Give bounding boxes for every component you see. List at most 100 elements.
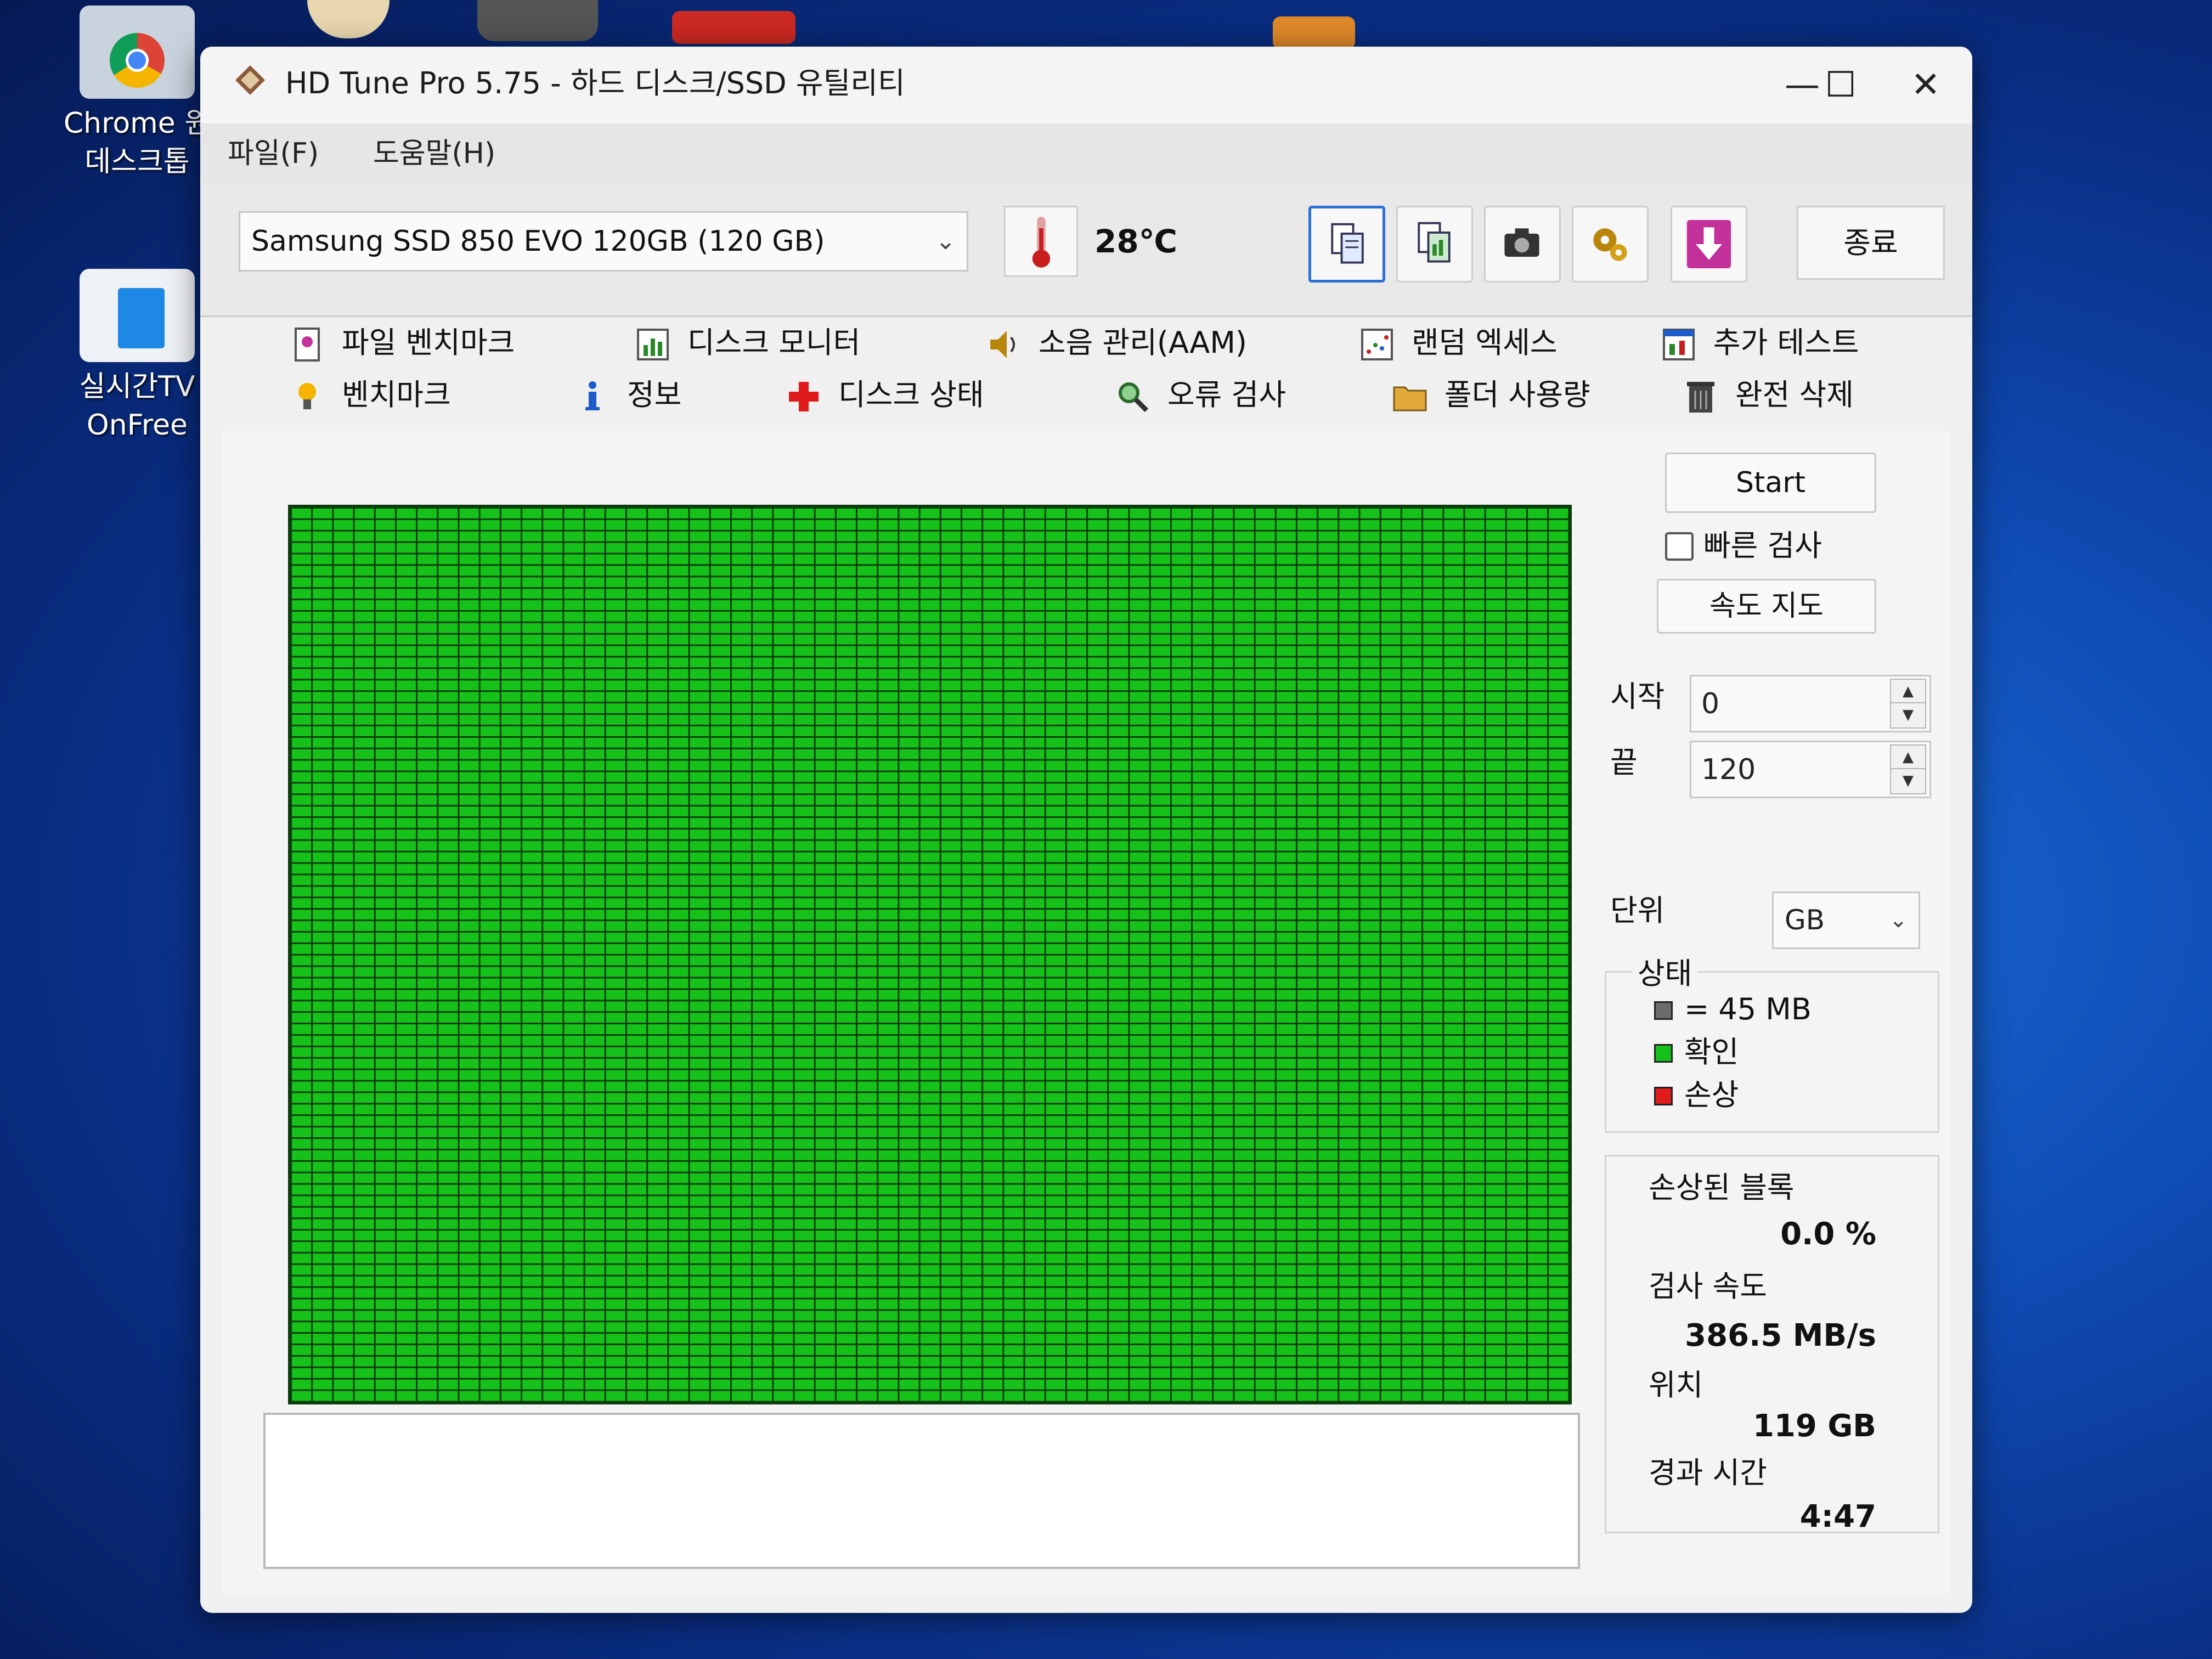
menu-file[interactable]: 파일(F) — [228, 123, 319, 184]
tab-extra-tests[interactable]: 추가 테스트 — [1660, 318, 1859, 368]
spin-down-button[interactable]: ▼ — [1890, 768, 1926, 794]
quick-scan-checkbox[interactable] — [1665, 532, 1694, 561]
temperature-readout: 28℃ — [1094, 223, 1177, 260]
damaged-blocks-value: 0.0 % — [1780, 1216, 1876, 1252]
maximize-button[interactable]: ☐ — [1805, 55, 1876, 115]
scan-log-box — [263, 1413, 1580, 1569]
tab-error-scan[interactable]: 오류 검사 — [1114, 370, 1286, 420]
thermometer-icon — [1004, 206, 1078, 277]
spin-up-button[interactable]: ▲ — [1890, 744, 1926, 771]
gear-icon — [1593, 228, 1627, 261]
camera-icon — [1504, 228, 1539, 257]
end-spinbox[interactable]: 120 ▲ ▼ — [1690, 741, 1931, 798]
start-spinbox[interactable]: 0 ▲ ▼ — [1690, 675, 1931, 732]
toolbar: Samsung SSD 850 EVO 120GB (120 GB) ⌄ 28℃ — [200, 184, 1972, 317]
spin-down-button[interactable]: ▼ — [1890, 702, 1926, 729]
position-value: 119 GB — [1752, 1408, 1876, 1444]
unit-select[interactable]: GB ⌄ — [1772, 891, 1920, 949]
block-size-swatch — [1654, 1001, 1673, 1020]
chevron-down-icon: ⌄ — [1889, 907, 1908, 933]
start-value: 0 — [1701, 687, 1720, 720]
elapsed-label: 경과 시간 — [1649, 1455, 1767, 1490]
unit-label: 단위 — [1610, 893, 1665, 928]
menu-bar: 파일(F) 도움말(H) — [200, 123, 1972, 184]
start-button[interactable]: Start — [1665, 453, 1876, 513]
menu-help[interactable]: 도움말(H) — [373, 123, 495, 184]
options-button[interactable] — [1572, 206, 1649, 283]
chrome-icon — [80, 5, 195, 99]
tab-info[interactable]: 정보 — [573, 370, 681, 420]
scan-speed-value: 386.5 MB/s — [1685, 1318, 1876, 1353]
tab-erase[interactable]: 완전 삭제 — [1681, 370, 1854, 420]
tab-aam[interactable]: 소음 관리(AAM) — [985, 318, 1247, 368]
quick-scan-label: 빠른 검사 — [1703, 528, 1822, 563]
title-bar[interactable]: HD Tune Pro 5.75 - 하드 디스크/SSD 유틸리티 — ☐ ✕ — [200, 47, 1972, 123]
desktop-icon-onfree[interactable]: 실시간TV OnFree — [63, 269, 211, 444]
desktop-fragment — [1273, 16, 1355, 49]
copy-info-icon — [1418, 222, 1451, 263]
position-label: 위치 — [1649, 1368, 1703, 1402]
desktop-icon-label: Chrome 원 — [63, 107, 211, 140]
tab-label: 벤치마크 — [342, 377, 451, 412]
window-title: HD Tune Pro 5.75 - 하드 디스크/SSD 유틸리티 — [285, 66, 905, 100]
tab-label: 폴더 사용량 — [1444, 377, 1590, 412]
copy-text-icon — [1331, 223, 1364, 264]
disk-monitor-icon — [637, 329, 669, 361]
red-cross-icon — [789, 382, 819, 412]
copy-info-button[interactable] — [1396, 206, 1473, 283]
save-button[interactable] — [1671, 206, 1747, 283]
copy-text-button[interactable] — [1308, 206, 1385, 283]
block-map — [288, 505, 1572, 1404]
ok-swatch — [1654, 1044, 1673, 1063]
download-arrow-icon — [1686, 219, 1731, 269]
tab-label: 정보 — [627, 377, 682, 412]
ok-label: 확인 — [1684, 1035, 1739, 1069]
info-icon — [585, 381, 600, 411]
tab-label: 디스크 상태 — [838, 377, 984, 412]
desktop-fragment — [477, 0, 598, 41]
end-field-label: 끝 — [1610, 745, 1638, 780]
tab-label: 파일 벤치마크 — [342, 325, 515, 360]
exit-button[interactable]: 종료 — [1797, 206, 1945, 280]
extra-tests-icon — [1663, 329, 1695, 361]
spin-up-button[interactable]: ▲ — [1890, 679, 1926, 705]
chevron-down-icon: ⌄ — [935, 227, 956, 255]
folder-icon — [1393, 386, 1427, 411]
tab-random-access[interactable]: 랜덤 엑세스 — [1358, 318, 1558, 368]
trash-icon — [1687, 382, 1714, 413]
desktop-fragment — [307, 0, 390, 38]
tv-app-icon — [80, 269, 195, 362]
damaged-swatch — [1654, 1087, 1673, 1105]
desktop-icon-label: OnFree — [86, 409, 188, 442]
tab-label: 오류 검사 — [1167, 377, 1286, 412]
start-field-label: 시작 — [1610, 679, 1665, 714]
tab-label: 디스크 모니터 — [687, 325, 861, 360]
desktop-icon-label: 데스크톱 — [84, 145, 190, 178]
speed-map-button[interactable]: 속도 지도 — [1657, 579, 1876, 634]
magnifier-icon — [1119, 382, 1149, 413]
error-scan-panel: Start 빠른 검사 속도 지도 시작 0 ▲ ▼ 끝 120 ▲ ▼ 단위 … — [222, 431, 1950, 1594]
unit-value: GB — [1785, 904, 1825, 936]
tab-label: 완전 삭제 — [1735, 377, 1854, 412]
elapsed-value: 4:47 — [1799, 1499, 1876, 1534]
desktop-icon-chrome[interactable]: Chrome 원 데스크톱 — [63, 5, 211, 181]
tab-bar: 파일 벤치마크 디스크 모니터 소음 관리(AAM) 랜덤 엑세스 추가 테스트… — [200, 318, 1972, 428]
tab-label: 랜덤 엑세스 — [1412, 325, 1558, 360]
tab-disk-monitor[interactable]: 디스크 모니터 — [634, 318, 860, 368]
tab-health[interactable]: 디스크 상태 — [785, 370, 984, 420]
tab-label: 추가 테스트 — [1713, 325, 1859, 360]
drive-select-value: Samsung SSD 850 EVO 120GB (120 GB) — [251, 225, 825, 258]
screenshot-button[interactable] — [1484, 206, 1561, 283]
drive-select[interactable]: Samsung SSD 850 EVO 120GB (120 GB) ⌄ — [239, 211, 968, 272]
close-button[interactable]: ✕ — [1890, 55, 1961, 115]
desktop-fragment — [672, 11, 795, 44]
tab-file-benchmark[interactable]: 파일 벤치마크 — [288, 318, 515, 368]
block-size-label: = 45 MB — [1684, 992, 1812, 1026]
tab-benchmark[interactable]: 벤치마크 — [288, 370, 451, 420]
tab-folder-usage[interactable]: 폴더 사용량 — [1391, 370, 1590, 420]
damaged-blocks-label: 손상된 블록 — [1649, 1170, 1795, 1205]
end-value: 120 — [1701, 753, 1756, 786]
tab-label: 소음 관리(AAM) — [1039, 325, 1247, 360]
speaker-icon — [990, 331, 1015, 359]
hdtune-app-icon — [235, 65, 265, 95]
